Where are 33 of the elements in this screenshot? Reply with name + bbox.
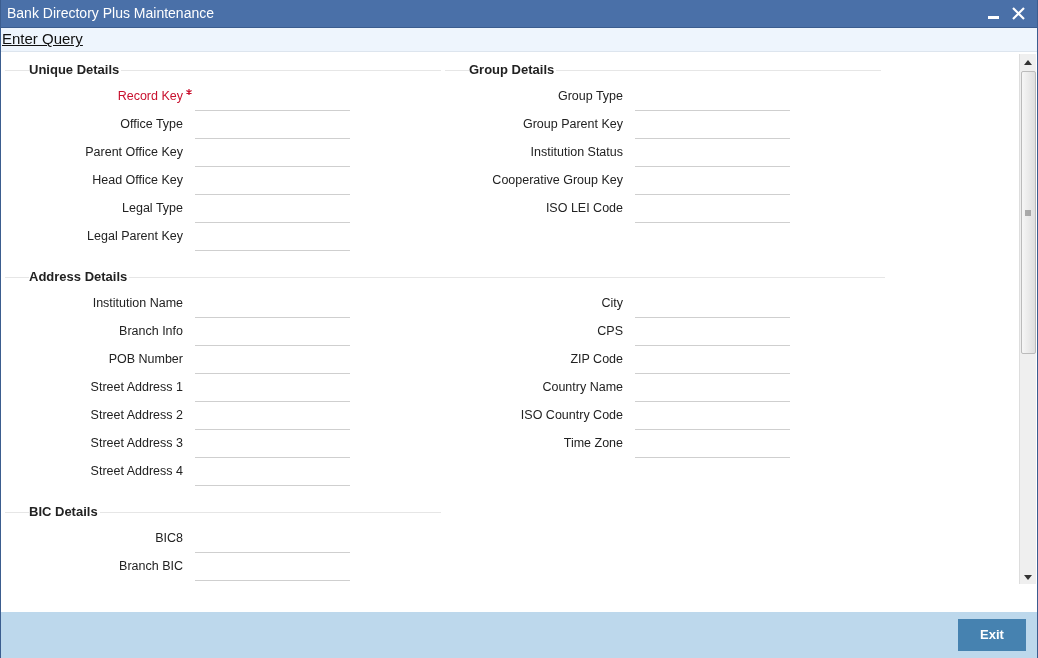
field-label: ISO LEI Code (544, 199, 623, 217)
field-label: Cooperative Group Key (491, 171, 623, 189)
field-label: Group Parent Key (521, 115, 623, 133)
field-label: BIC8 (154, 529, 183, 547)
field-label: Group Type (556, 87, 623, 105)
field-label: Time Zone (562, 434, 623, 452)
field-label: Street Address 4 (89, 462, 183, 480)
field-label: Institution Name (91, 294, 183, 312)
enter-query-link[interactable]: Enter Query (1, 28, 84, 51)
field-label: CPS (596, 322, 623, 340)
window-title: Bank Directory Plus Maintenance (7, 4, 215, 23)
field-label: ISO Country Code (519, 406, 623, 424)
field-label: Street Address 2 (89, 406, 183, 424)
field-label: ZIP Code (569, 350, 623, 368)
field-label: Branch BIC (118, 557, 183, 575)
field-label: Legal Parent Key (86, 227, 183, 245)
field-label: Head Office Key (91, 171, 183, 189)
field-label: Street Address 1 (89, 378, 183, 396)
scroll-up-icon[interactable] (1024, 60, 1032, 65)
exit-button[interactable]: Exit (958, 619, 1026, 651)
field-label: Branch Info (118, 322, 183, 340)
field-label: City (600, 294, 623, 312)
grip-icon (1025, 209, 1031, 216)
field-label: Institution Status (529, 143, 623, 161)
field-label: Record Key (116, 87, 183, 105)
scroll-down-icon[interactable] (1024, 575, 1032, 580)
field-label: POB Number (107, 350, 183, 368)
field-label: Office Type (119, 115, 183, 133)
field-label: Street Address 3 (89, 434, 183, 452)
field-label: Legal Type (121, 199, 183, 217)
vertical-scrollbar[interactable] (1019, 54, 1036, 584)
field-label: Country Name (541, 378, 623, 396)
field-label: Parent Office Key (84, 143, 183, 161)
